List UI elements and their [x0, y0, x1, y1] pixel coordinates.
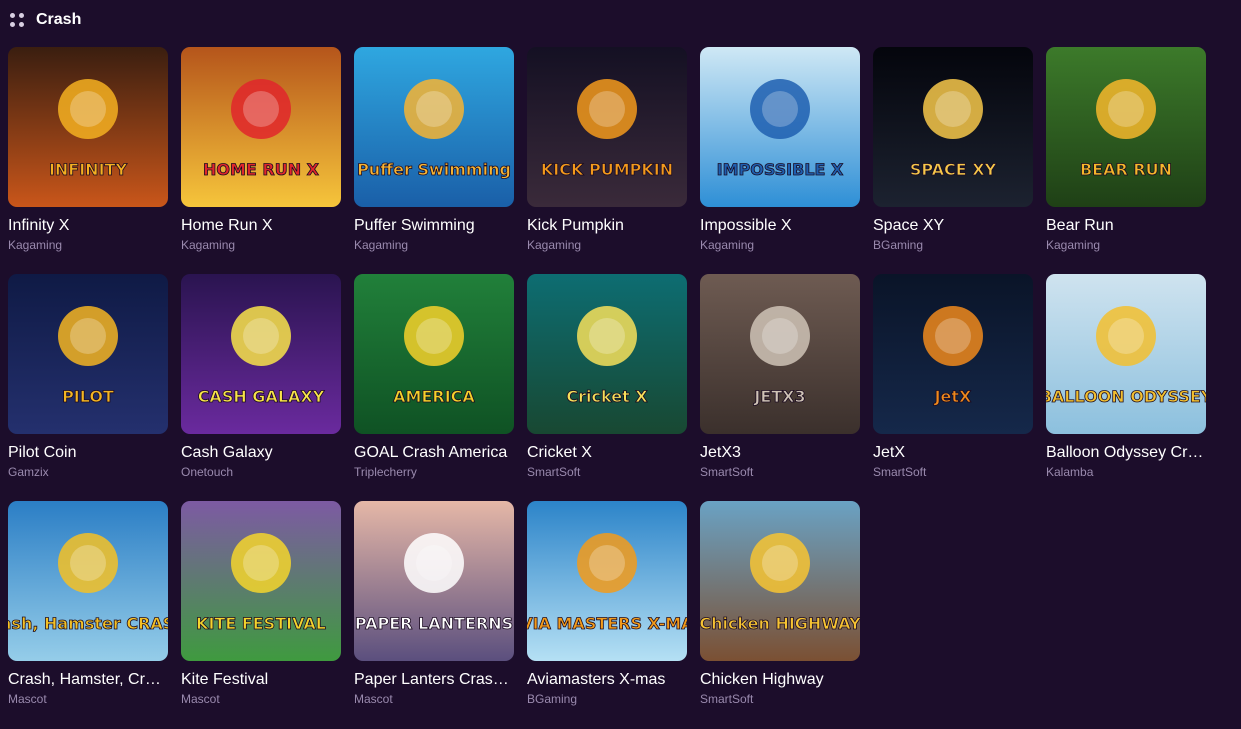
game-provider: Mascot — [8, 692, 47, 706]
game-thumbnail[interactable]: Puffer Swimming — [354, 47, 514, 207]
game-thumbnail[interactable]: INFINITY — [8, 47, 168, 207]
game-provider: Triplecherry — [354, 465, 417, 479]
game-logo-text: SPACE XY — [910, 160, 997, 179]
game-card[interactable]: HOME RUN X Home Run X Kagaming — [181, 47, 341, 253]
game-title[interactable]: Pilot Coin — [8, 443, 168, 463]
game-logo-text: BALLOON ODYSSEY — [1046, 387, 1206, 406]
game-provider: SmartSoft — [700, 692, 754, 706]
game-card[interactable]: KICK PUMPKIN Kick Pumpkin Kagaming — [527, 47, 687, 253]
game-title[interactable]: Bear Run — [1046, 216, 1206, 236]
game-title[interactable]: GOAL Crash America — [354, 443, 514, 463]
game-title[interactable]: Balloon Odyssey Crash — [1046, 443, 1206, 463]
game-thumbnail[interactable]: Chicken HIGHWAY — [700, 501, 860, 661]
game-thumbnail[interactable]: AMERICA — [354, 274, 514, 434]
game-thumbnail[interactable]: PILOT — [8, 274, 168, 434]
game-logo-text: PILOT — [62, 387, 114, 406]
game-title[interactable]: Cricket X — [527, 443, 687, 463]
game-provider: Mascot — [354, 692, 393, 706]
game-card[interactable]: Puffer Swimming Puffer Swimming Kagaming — [354, 47, 514, 253]
game-thumbnail[interactable]: HOME RUN X — [181, 47, 341, 207]
game-title[interactable]: Chicken Highway — [700, 670, 860, 690]
game-logo-text: Cricket X — [566, 387, 648, 406]
game-card[interactable]: PAPER LANTERNS Paper Lanters Crash Game Ma… — [354, 501, 514, 707]
game-provider: Kagaming — [1046, 238, 1101, 252]
game-card[interactable]: IMPOSSIBLE X Impossible X Kagaming — [700, 47, 860, 253]
game-provider: BGaming — [873, 238, 924, 252]
game-logo-text: JetX — [934, 387, 972, 406]
game-title[interactable]: Aviamasters X-mas — [527, 670, 687, 690]
game-provider: SmartSoft — [527, 465, 581, 479]
game-logo-text: JETX3 — [753, 387, 805, 406]
game-provider: BGaming — [527, 692, 578, 706]
game-logo-text: INFINITY — [49, 160, 127, 179]
game-card[interactable]: JETX3 JetX3 SmartSoft — [700, 274, 860, 480]
game-card[interactable]: AMERICA GOAL Crash America Triplecherry — [354, 274, 514, 480]
game-title[interactable]: Infinity X — [8, 216, 168, 236]
game-provider: Kagaming — [354, 238, 409, 252]
game-thumbnail[interactable]: PAPER LANTERNS — [354, 501, 514, 661]
game-card[interactable]: Cricket X Cricket X SmartSoft — [527, 274, 687, 480]
game-title[interactable]: Puffer Swimming — [354, 216, 514, 236]
game-logo-text: BEAR RUN — [1080, 160, 1172, 179]
game-logo-text: AVIA MASTERS X-MAS — [527, 614, 687, 633]
game-card[interactable]: KITE FESTIVAL Kite Festival Mascot — [181, 501, 341, 707]
game-thumbnail[interactable]: Crash, Hamster CRASH! — [8, 501, 168, 661]
game-provider: Onetouch — [181, 465, 234, 479]
game-title[interactable]: Paper Lanters Crash Game — [354, 670, 514, 690]
game-title[interactable]: Crash, Hamster, Crash! — [8, 670, 168, 690]
game-card[interactable]: BEAR RUN Bear Run Kagaming — [1046, 47, 1206, 253]
game-logo-text: Crash, Hamster CRASH! — [8, 614, 168, 633]
game-logo-text: Chicken HIGHWAY — [700, 614, 860, 633]
game-title[interactable]: Space XY — [873, 216, 1033, 236]
game-logo-text: CASH GALAXY — [198, 387, 325, 406]
game-title[interactable]: Kite Festival — [181, 670, 341, 690]
game-logo-text: IMPOSSIBLE X — [717, 160, 844, 179]
game-card[interactable]: INFINITY Infinity X Kagaming — [8, 47, 168, 253]
game-provider: Kagaming — [700, 238, 755, 252]
game-thumbnail[interactable]: IMPOSSIBLE X — [700, 47, 860, 207]
game-provider: SmartSoft — [700, 465, 754, 479]
game-thumbnail[interactable]: SPACE XY — [873, 47, 1033, 207]
game-thumbnail[interactable]: JetX — [873, 274, 1033, 434]
game-card[interactable]: AVIA MASTERS X-MAS Aviamasters X-mas BGami… — [527, 501, 687, 707]
game-thumbnail[interactable]: BEAR RUN — [1046, 47, 1206, 207]
grid-dots-icon — [10, 13, 24, 27]
game-provider: SmartSoft — [873, 465, 927, 479]
game-thumbnail[interactable]: AVIA MASTERS X-MAS — [527, 501, 687, 661]
game-logo-text: HOME RUN X — [203, 160, 320, 179]
game-card[interactable]: CASH GALAXY Cash Galaxy Onetouch — [181, 274, 341, 480]
game-thumbnail[interactable]: KITE FESTIVAL — [181, 501, 341, 661]
game-card[interactable]: Chicken HIGHWAY Chicken Highway SmartSoft — [700, 501, 860, 707]
game-card[interactable]: SPACE XY Space XY BGaming — [873, 47, 1033, 253]
game-logo-text: KICK PUMPKIN — [541, 160, 673, 179]
game-thumbnail[interactable]: JETX3 — [700, 274, 860, 434]
game-card[interactable]: JetX JetX SmartSoft — [873, 274, 1033, 480]
game-provider: Mascot — [181, 692, 220, 706]
game-card[interactable]: PILOT Pilot Coin Gamzix — [8, 274, 168, 480]
section-title: Crash — [36, 11, 82, 28]
game-thumbnail[interactable]: CASH GALAXY — [181, 274, 341, 434]
game-logo-text: Puffer Swimming — [357, 160, 511, 179]
game-title[interactable]: Impossible X — [700, 216, 860, 236]
game-title[interactable]: Kick Pumpkin — [527, 216, 687, 236]
game-provider: Gamzix — [8, 465, 49, 479]
game-title[interactable]: Cash Galaxy — [181, 443, 341, 463]
game-provider: Kagaming — [181, 238, 236, 252]
game-provider: Kalamba — [1046, 465, 1094, 479]
game-thumbnail[interactable]: Cricket X — [527, 274, 687, 434]
game-logo-text: AMERICA — [393, 387, 475, 406]
game-title[interactable]: JetX3 — [700, 443, 860, 463]
game-thumbnail[interactable]: KICK PUMPKIN — [527, 47, 687, 207]
games-grid: INFINITY Infinity X Kagaming HOME RUN X Home… — [8, 47, 1206, 707]
section-header: Crash — [10, 9, 81, 31]
game-thumbnail[interactable]: BALLOON ODYSSEY — [1046, 274, 1206, 434]
game-provider: Kagaming — [527, 238, 582, 252]
game-title[interactable]: Home Run X — [181, 216, 341, 236]
game-title[interactable]: JetX — [873, 443, 1033, 463]
game-card[interactable]: BALLOON ODYSSEY Balloon Odyssey Crash Kala… — [1046, 274, 1206, 480]
game-card[interactable]: Crash, Hamster CRASH! Crash, Hamster, Cra… — [8, 501, 168, 707]
game-logo-text: KITE FESTIVAL — [196, 614, 326, 633]
game-logo-text: PAPER LANTERNS — [355, 614, 513, 633]
game-provider: Kagaming — [8, 238, 63, 252]
